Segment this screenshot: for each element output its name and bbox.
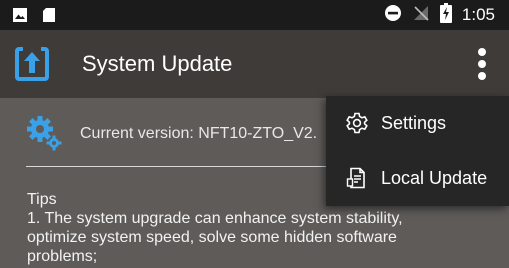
settings-gears-icon: [26, 115, 62, 151]
menu-item-label: Settings: [381, 113, 447, 133]
tips-line: optimize system speed, solve some hidden…: [27, 229, 397, 246]
file-icon: [346, 167, 368, 189]
gallery-icon: [12, 7, 28, 23]
menu-item-settings[interactable]: Settings: [326, 96, 509, 151]
gear-icon: [346, 112, 368, 134]
status-left-icons: [12, 7, 56, 23]
menu-item-local-update[interactable]: Local Update: [326, 151, 509, 206]
do-not-disturb-icon: [384, 4, 402, 27]
app-bar: System Update: [0, 30, 509, 98]
more-vert-icon[interactable]: [475, 47, 489, 81]
menu-item-label: Local Update: [381, 168, 488, 188]
tips-line: 1. The system upgrade can enhance system…: [27, 210, 403, 227]
no-signal-icon: [412, 4, 430, 27]
status-time: 1:05: [461, 5, 495, 24]
app-title: System Update: [82, 51, 233, 76]
battery-charging-icon: [439, 2, 452, 28]
overflow-menu: Settings Local Update: [326, 96, 509, 206]
system-update-icon: [14, 46, 50, 82]
status-bar: 1:05: [0, 0, 509, 30]
sd-card-icon: [42, 7, 56, 23]
current-version-label: Current version: NFT10-ZTO_V2.: [80, 125, 318, 142]
tips-line: problems;: [27, 248, 98, 265]
status-right-icons: 1:05: [384, 2, 495, 28]
